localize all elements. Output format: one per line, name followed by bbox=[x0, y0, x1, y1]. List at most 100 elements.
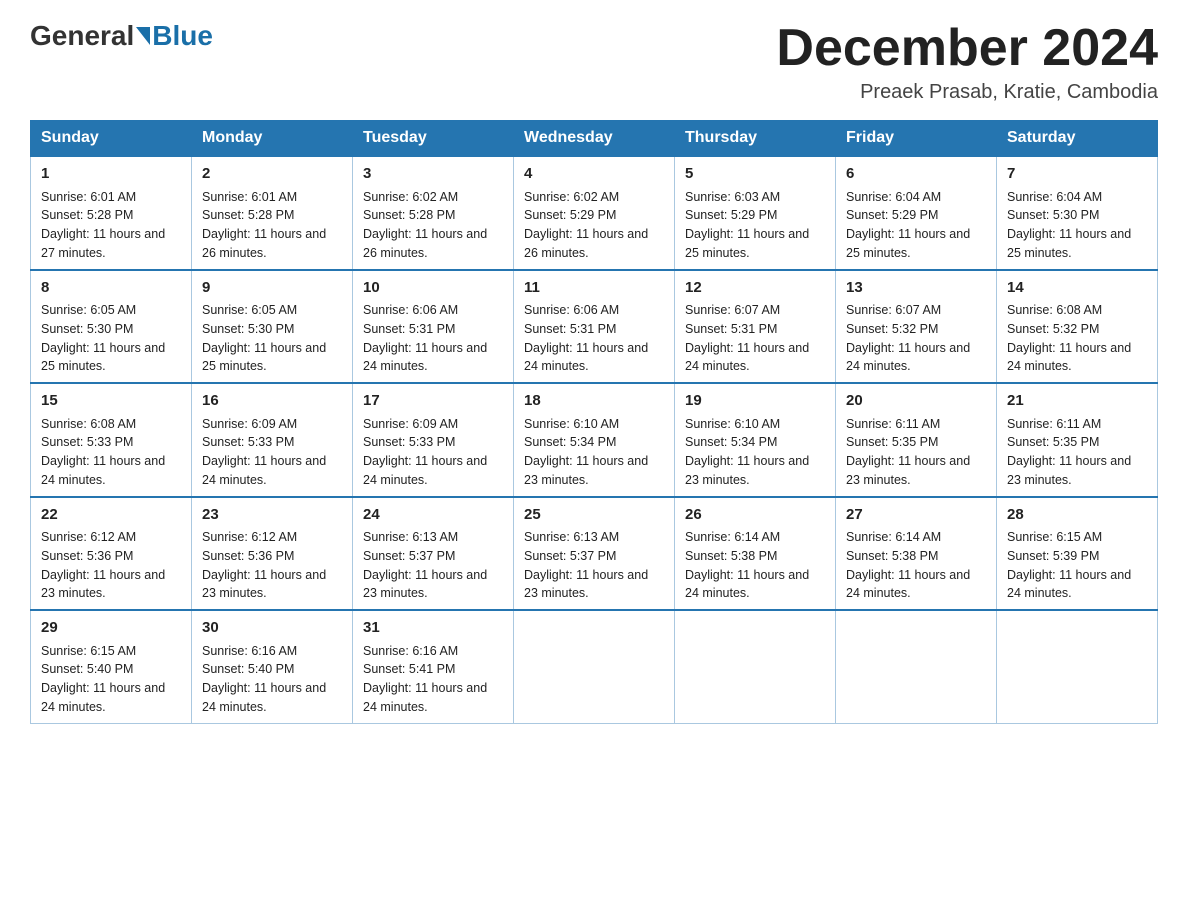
page-header: General Blue December 2024 Preaek Prasab… bbox=[30, 20, 1158, 104]
sunset-text: Sunset: 5:30 PM bbox=[202, 322, 294, 336]
day-header-monday: Monday bbox=[192, 121, 353, 157]
sunrise-text: Sunrise: 6:03 AM bbox=[685, 190, 780, 204]
sunset-text: Sunset: 5:28 PM bbox=[41, 208, 133, 222]
title-section: December 2024 Preaek Prasab, Kratie, Cam… bbox=[776, 20, 1158, 104]
calendar-cell: 14Sunrise: 6:08 AMSunset: 5:32 PMDayligh… bbox=[997, 270, 1158, 384]
sunrise-text: Sunrise: 6:10 AM bbox=[524, 417, 619, 431]
calendar-cell: 17Sunrise: 6:09 AMSunset: 5:33 PMDayligh… bbox=[353, 383, 514, 497]
sunset-text: Sunset: 5:37 PM bbox=[363, 549, 455, 563]
day-number: 20 bbox=[846, 390, 986, 413]
daylight-text: Daylight: 11 hours and 24 minutes. bbox=[202, 681, 326, 714]
sunset-text: Sunset: 5:31 PM bbox=[524, 322, 616, 336]
daylight-text: Daylight: 11 hours and 24 minutes. bbox=[685, 341, 809, 374]
calendar-cell bbox=[675, 610, 836, 723]
calendar-cell bbox=[514, 610, 675, 723]
day-header-saturday: Saturday bbox=[997, 121, 1158, 157]
day-number: 10 bbox=[363, 277, 503, 300]
logo-text: General Blue bbox=[30, 20, 213, 52]
day-number: 27 bbox=[846, 504, 986, 527]
calendar-cell: 10 Sunrise: 6:06 AM Sunset: 5:31 PM Dayligh… bbox=[353, 270, 514, 384]
sunset-text: Sunset: 5:34 PM bbox=[685, 435, 777, 449]
day-number: 22 bbox=[41, 504, 181, 527]
sunrise-text: Sunrise: 6:15 AM bbox=[41, 644, 136, 658]
day-number: 30 bbox=[202, 617, 342, 640]
sunset-text: Sunset: 5:33 PM bbox=[202, 435, 294, 449]
calendar-cell: 22Sunrise: 6:12 AMSunset: 5:36 PMDayligh… bbox=[31, 497, 192, 611]
calendar-cell: 12Sunrise: 6:07 AMSunset: 5:31 PMDayligh… bbox=[675, 270, 836, 384]
sunrise-text: Sunrise: 6:14 AM bbox=[846, 530, 941, 544]
sunset-text: Sunset: 5:33 PM bbox=[363, 435, 455, 449]
sunset-text: Sunset: 5:33 PM bbox=[41, 435, 133, 449]
sunrise-text: Sunrise: 6:04 AM bbox=[1007, 190, 1102, 204]
calendar-cell: 25Sunrise: 6:13 AMSunset: 5:37 PMDayligh… bbox=[514, 497, 675, 611]
sunrise-text: Sunrise: 6:06 AM bbox=[363, 303, 458, 317]
calendar-cell: 1Sunrise: 6:01 AMSunset: 5:28 PMDaylight… bbox=[31, 156, 192, 270]
day-number: 21 bbox=[1007, 390, 1147, 413]
sunset-text: Sunset: 5:36 PM bbox=[202, 549, 294, 563]
day-number: 7 bbox=[1007, 163, 1147, 186]
sunset-text: Sunset: 5:31 PM bbox=[363, 322, 455, 336]
calendar-cell: 9Sunrise: 6:05 AMSunset: 5:30 PMDaylight… bbox=[192, 270, 353, 384]
sunset-text: Sunset: 5:29 PM bbox=[846, 208, 938, 222]
sunrise-text: Sunrise: 6:02 AM bbox=[363, 190, 458, 204]
sunset-text: Sunset: 5:35 PM bbox=[1007, 435, 1099, 449]
sunrise-text: Sunrise: 6:08 AM bbox=[1007, 303, 1102, 317]
sunset-text: Sunset: 5:37 PM bbox=[524, 549, 616, 563]
day-header-thursday: Thursday bbox=[675, 121, 836, 157]
daylight-text: Daylight: 11 hours and 23 minutes. bbox=[524, 568, 648, 601]
calendar-cell: 21Sunrise: 6:11 AMSunset: 5:35 PMDayligh… bbox=[997, 383, 1158, 497]
sunrise-text: Sunrise: 6:14 AM bbox=[685, 530, 780, 544]
sunset-text: Sunset: 5:41 PM bbox=[363, 662, 455, 676]
sunset-text: Sunset: 5:39 PM bbox=[1007, 549, 1099, 563]
sunset-text: Sunset: 5:38 PM bbox=[685, 549, 777, 563]
daylight-text: Daylight: 11 hours and 24 minutes. bbox=[363, 454, 487, 487]
daylight-text: Daylight: 11 hours and 24 minutes. bbox=[41, 681, 165, 714]
week-row-4: 22Sunrise: 6:12 AMSunset: 5:36 PMDayligh… bbox=[31, 497, 1158, 611]
day-number: 28 bbox=[1007, 504, 1147, 527]
daylight-text: Daylight: 11 hours and 24 minutes. bbox=[363, 681, 487, 714]
day-header-friday: Friday bbox=[836, 121, 997, 157]
sunrise-text: Sunrise: 6:09 AM bbox=[363, 417, 458, 431]
sunrise-text: Sunrise: 6:07 AM bbox=[846, 303, 941, 317]
sunrise-text: Sunrise: 6:06 AM bbox=[524, 303, 619, 317]
calendar-cell: 28Sunrise: 6:15 AMSunset: 5:39 PMDayligh… bbox=[997, 497, 1158, 611]
calendar-cell: 31Sunrise: 6:16 AMSunset: 5:41 PMDayligh… bbox=[353, 610, 514, 723]
daylight-text: Daylight: 11 hours and 25 minutes. bbox=[41, 341, 165, 374]
day-number: 4 bbox=[524, 163, 664, 186]
day-number: 16 bbox=[202, 390, 342, 413]
sunset-text: Sunset: 5:32 PM bbox=[846, 322, 938, 336]
daylight-text: Daylight: 11 hours and 23 minutes. bbox=[41, 568, 165, 601]
daylight-text: Daylight: 11 hours and 23 minutes. bbox=[1007, 454, 1131, 487]
daylight-text: Daylight: 11 hours and 26 minutes. bbox=[524, 227, 648, 260]
day-number: 14 bbox=[1007, 277, 1147, 300]
daylight-text: Daylight: 11 hours and 24 minutes. bbox=[846, 341, 970, 374]
day-number: 29 bbox=[41, 617, 181, 640]
sunrise-text: Sunrise: 6:13 AM bbox=[363, 530, 458, 544]
sunset-text: Sunset: 5:28 PM bbox=[202, 208, 294, 222]
daylight-text: Daylight: 11 hours and 24 minutes. bbox=[363, 341, 487, 374]
sunrise-text: Sunrise: 6:09 AM bbox=[202, 417, 297, 431]
sunset-text: Sunset: 5:32 PM bbox=[1007, 322, 1099, 336]
sunrise-text: Sunrise: 6:04 AM bbox=[846, 190, 941, 204]
calendar-cell: 18Sunrise: 6:10 AMSunset: 5:34 PMDayligh… bbox=[514, 383, 675, 497]
day-number: 3 bbox=[363, 163, 503, 186]
sunset-text: Sunset: 5:30 PM bbox=[41, 322, 133, 336]
day-header-wednesday: Wednesday bbox=[514, 121, 675, 157]
daylight-text: Daylight: 11 hours and 23 minutes. bbox=[846, 454, 970, 487]
sunset-text: Sunset: 5:31 PM bbox=[685, 322, 777, 336]
day-header-sunday: Sunday bbox=[31, 121, 192, 157]
calendar-cell bbox=[997, 610, 1158, 723]
calendar-cell: 13Sunrise: 6:07 AMSunset: 5:32 PMDayligh… bbox=[836, 270, 997, 384]
day-number: 26 bbox=[685, 504, 825, 527]
day-number: 2 bbox=[202, 163, 342, 186]
calendar-cell: 16Sunrise: 6:09 AMSunset: 5:33 PMDayligh… bbox=[192, 383, 353, 497]
calendar-cell: 24Sunrise: 6:13 AMSunset: 5:37 PMDayligh… bbox=[353, 497, 514, 611]
calendar-cell bbox=[836, 610, 997, 723]
calendar-cell: 23Sunrise: 6:12 AMSunset: 5:36 PMDayligh… bbox=[192, 497, 353, 611]
day-number: 31 bbox=[363, 617, 503, 640]
daylight-text: Daylight: 11 hours and 27 minutes. bbox=[41, 227, 165, 260]
calendar-cell: 6Sunrise: 6:04 AMSunset: 5:29 PMDaylight… bbox=[836, 156, 997, 270]
week-row-1: 1Sunrise: 6:01 AMSunset: 5:28 PMDaylight… bbox=[31, 156, 1158, 270]
calendar-table: SundayMondayTuesdayWednesdayThursdayFrid… bbox=[30, 120, 1158, 724]
calendar-cell: 29Sunrise: 6:15 AMSunset: 5:40 PMDayligh… bbox=[31, 610, 192, 723]
